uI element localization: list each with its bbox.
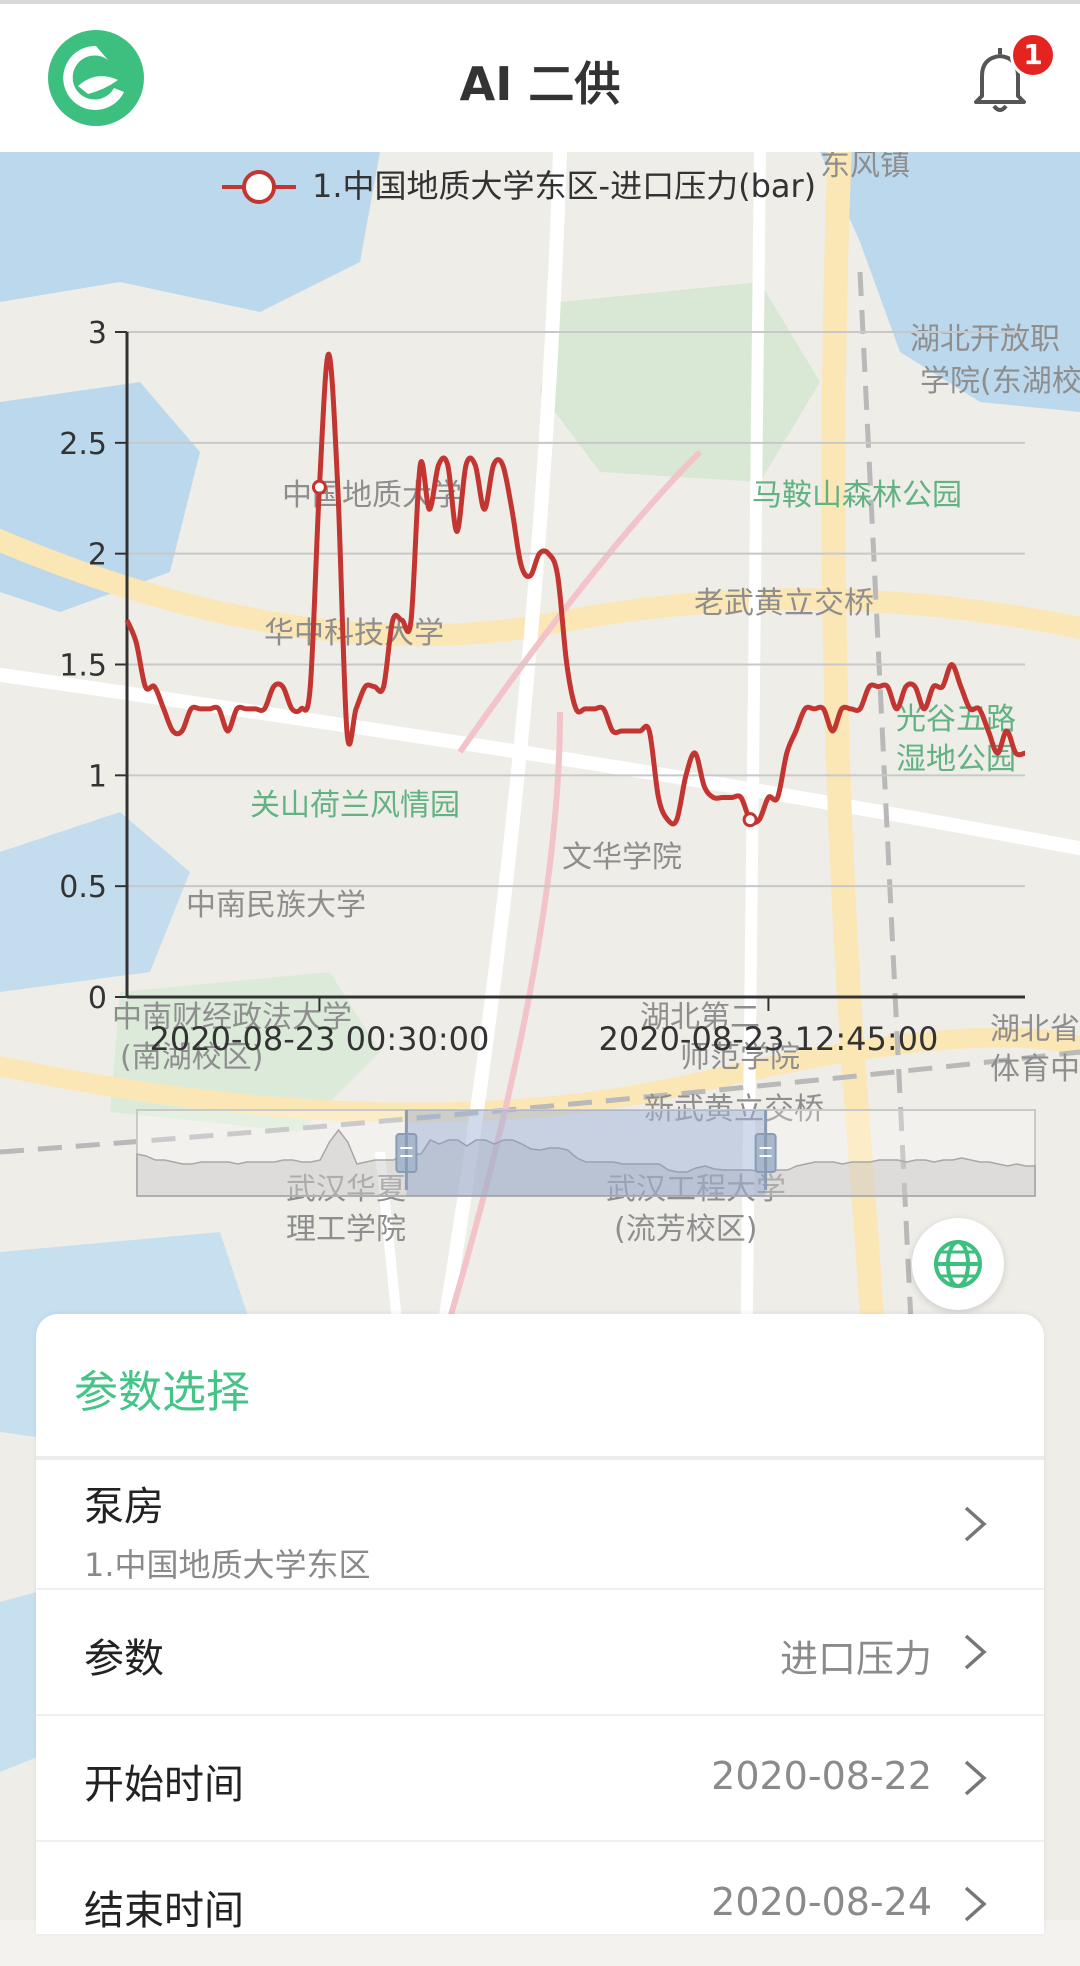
row-end-time[interactable]: 结束时间 2020-08-24: [36, 1840, 1044, 1966]
y-tick-label: 2.5: [59, 427, 107, 462]
notification-badge[interactable]: 1: [1010, 32, 1056, 78]
x-tick-label: 2020-08-23 00:30:00: [149, 1020, 489, 1058]
legend-label: 1.中国地质大学东区-进口压力(bar): [312, 167, 816, 205]
page-title: AI 二供: [459, 57, 621, 111]
chevron-right-icon: [964, 1506, 987, 1542]
pressure-line-chart[interactable]: 1.中国地质大学东区-进口压力(bar) 0 0.5 1 1.5 2 2.5 3 2020-08…: [0, 152, 1080, 1202]
legend-marker: [242, 170, 276, 204]
y-tick-label: 0: [88, 981, 107, 1016]
y-tick-label: 2: [88, 538, 107, 573]
row-value: 2020-08-22: [711, 1754, 932, 1798]
row-label: 结束时间: [84, 1888, 244, 1934]
x-tick-label: 2020-08-23 12:45:00: [598, 1020, 938, 1058]
series-line: [124, 351, 1026, 827]
layer-switch-button[interactable]: [912, 1218, 1004, 1310]
datazoom-selection[interactable]: [406, 1110, 766, 1196]
map-label: 理工学院: [286, 1212, 406, 1247]
row-pump-room[interactable]: 泵房 1.中国地质大学东区: [36, 1460, 1044, 1590]
row-value: 2020-08-24: [711, 1880, 932, 1924]
row-sub-value: 1.中国地质大学东区: [84, 1546, 371, 1584]
data-point: [742, 812, 758, 828]
row-parameter[interactable]: 参数 进口压力: [36, 1588, 1044, 1716]
row-label: 泵房: [84, 1484, 164, 1530]
y-tick-label: 3: [88, 316, 107, 351]
row-label: 开始时间: [84, 1762, 244, 1808]
chevron-right-icon: [964, 1634, 987, 1670]
row-start-time[interactable]: 开始时间 2020-08-22: [36, 1714, 1044, 1842]
parameter-panel: 参数选择 泵房 1.中国地质大学东区 参数 进口压力 开始时间 2020-08-…: [36, 1314, 1044, 1934]
data-point: [311, 479, 327, 495]
y-tick-label: 1.5: [59, 649, 107, 684]
panel-title: 参数选择: [74, 1367, 250, 1418]
row-value: 进口压力: [779, 1637, 932, 1681]
globe-icon: [934, 1240, 982, 1288]
row-label: 参数: [84, 1636, 164, 1682]
chevron-right-icon: [964, 1760, 987, 1796]
app-header: AI 二供 1: [0, 4, 1080, 152]
y-tick-label: 0.5: [59, 870, 107, 905]
chevron-right-icon: [964, 1886, 987, 1922]
map-label: (流芳校区): [614, 1212, 758, 1247]
y-tick-label: 1: [88, 759, 107, 794]
